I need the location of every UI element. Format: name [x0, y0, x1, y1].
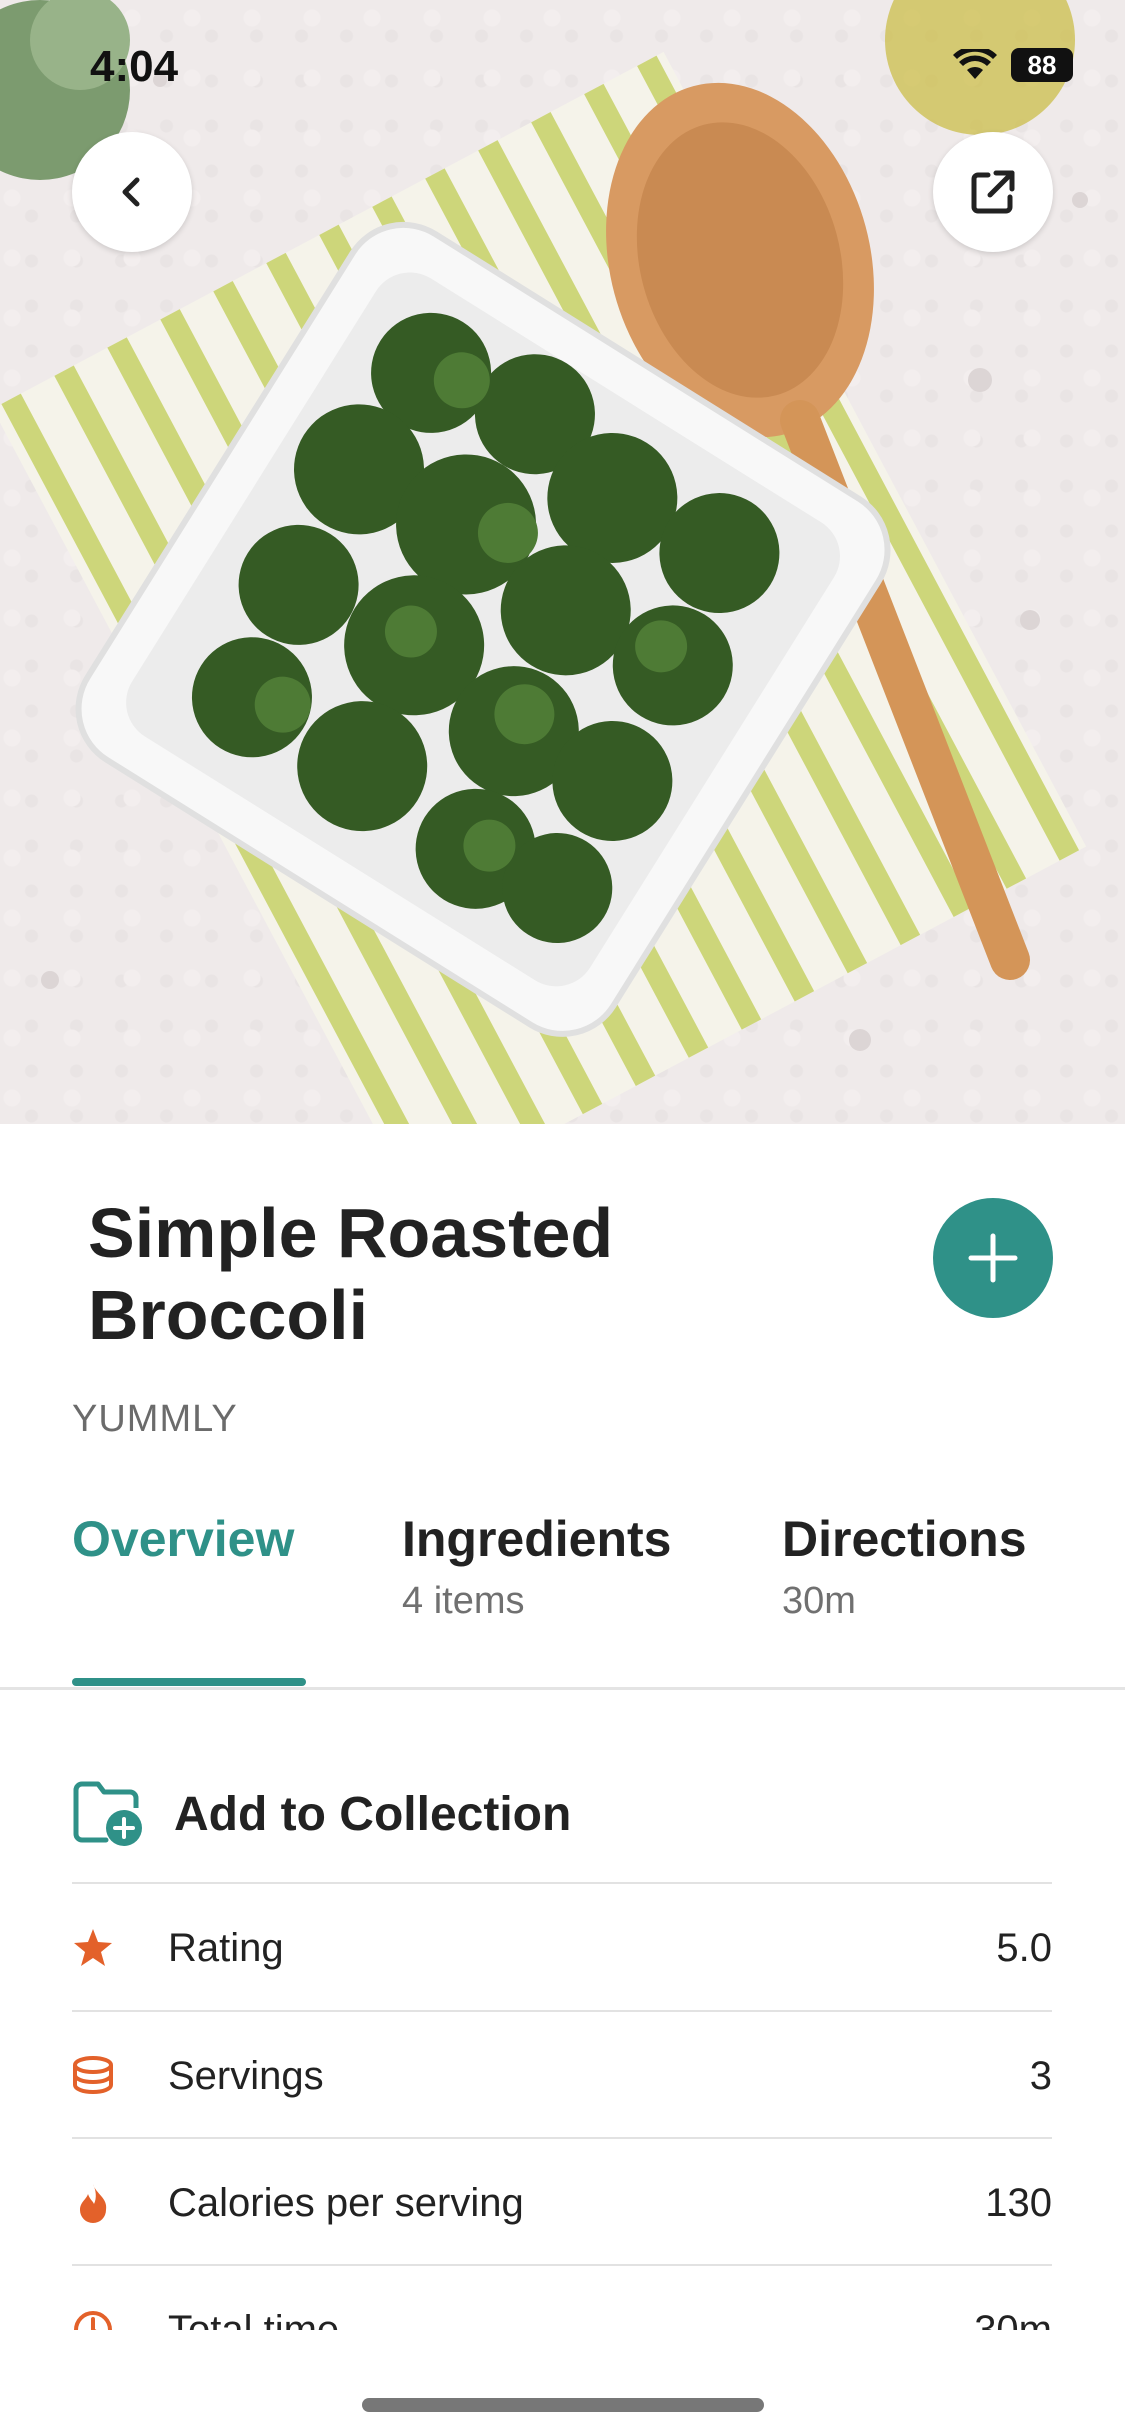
tab-ingredients[interactable]: Ingredients 4 items [402, 1510, 671, 1623]
flame-icon [80, 2184, 107, 2223]
tab-overview[interactable]: Overview [72, 1510, 294, 1568]
recipe-title: Simple Roasted Broccoli [88, 1194, 614, 1354]
divider [72, 2010, 1052, 2012]
share-icon [971, 170, 1015, 214]
tab-label: Ingredients [402, 1511, 672, 1567]
recipe-tabs: Overview Ingredients 4 items Directions … [0, 1510, 1125, 1690]
divider [72, 1882, 1052, 1884]
battery-indicator: 88 [1011, 48, 1073, 82]
add-to-collection-button[interactable]: Add to Collection [72, 1752, 1052, 1876]
status-bar: 4:04 88 [0, 0, 1125, 130]
info-row-servings: Servings 3 [72, 2013, 1052, 2139]
info-value: 3 [1029, 2053, 1052, 2098]
bottom-safe-area [0, 2330, 1125, 2436]
add-recipe-button[interactable] [933, 1198, 1053, 1318]
tab-label: Overview [72, 1511, 295, 1567]
info-label: Rating [168, 1925, 284, 1970]
tab-label: Directions [782, 1511, 1027, 1567]
share-button[interactable] [933, 132, 1053, 252]
servings-icon [73, 2056, 113, 2094]
recipe-source[interactable]: YUMMLY [72, 1398, 238, 1441]
home-indicator [362, 2398, 764, 2412]
info-row-calories: Calories per serving 130 [72, 2140, 1052, 2266]
status-time: 4:04 [90, 42, 179, 91]
info-value: 5.0 [996, 1925, 1052, 1970]
info-label: Calories per serving [168, 2180, 524, 2225]
recipe-hero-image: 4:04 88 [0, 0, 1125, 1124]
tab-directions[interactable]: Directions 30m [782, 1510, 1027, 1623]
info-row-rating: Rating 5.0 [72, 1885, 1052, 2011]
folder-add-icon [73, 1781, 142, 1846]
chevron-left-icon [122, 177, 140, 207]
active-tab-indicator [72, 1678, 306, 1686]
back-button[interactable] [72, 132, 192, 252]
tab-sublabel: 30m [782, 1580, 856, 1622]
add-to-collection-label: Add to Collection [174, 1787, 572, 1841]
divider [72, 2137, 1052, 2139]
info-value: 130 [985, 2180, 1052, 2225]
star-icon [74, 1929, 112, 1966]
wifi-icon [953, 49, 997, 79]
info-label: Servings [168, 2053, 324, 2098]
tabs-divider [0, 1687, 1125, 1690]
divider [72, 2264, 1052, 2266]
tab-sublabel: 4 items [402, 1580, 525, 1622]
plus-icon [968, 1233, 1018, 1283]
